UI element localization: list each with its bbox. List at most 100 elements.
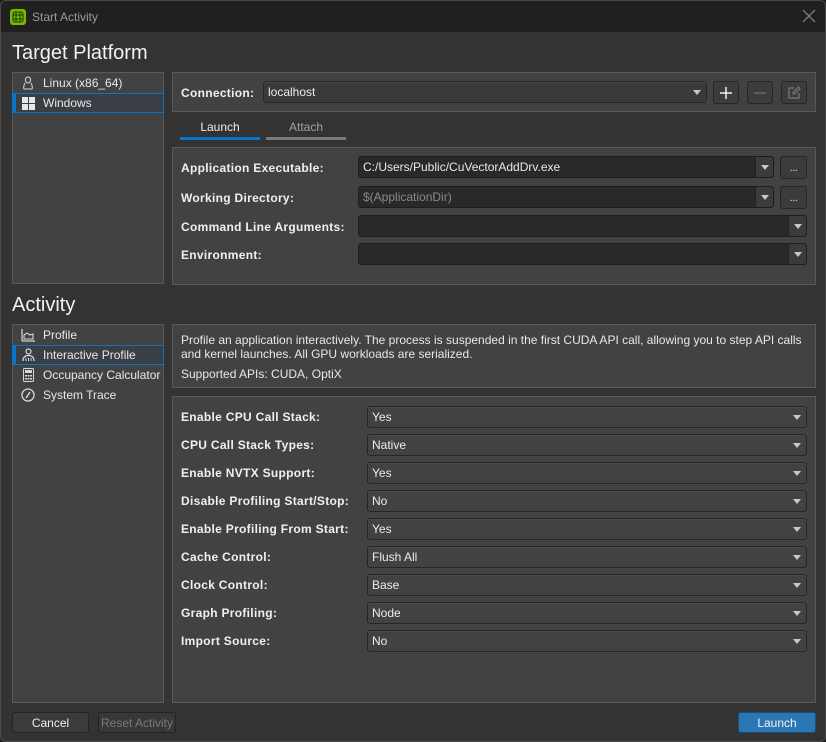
edit-icon xyxy=(788,85,801,99)
interactive-profile-icon xyxy=(21,348,35,362)
tab-launch-label: Launch xyxy=(200,120,240,134)
reset-activity-button[interactable]: Reset Activity xyxy=(98,712,176,733)
environment-label: Environment: xyxy=(181,248,262,262)
start-activity-dialog: Start Activity Target Platform Linux (x8… xyxy=(0,0,826,742)
tab-inactive-indicator xyxy=(266,137,346,140)
tab-launch[interactable]: Launch xyxy=(180,118,260,140)
target-platform-heading: Target Platform xyxy=(12,42,148,64)
application-executable-value: C:/Users/Public/CuVectorAddDrv.exe xyxy=(363,160,561,174)
chevron-down-icon xyxy=(755,157,773,177)
chevron-down-icon xyxy=(788,638,806,644)
chevron-down-icon xyxy=(788,216,806,236)
chevron-down-icon xyxy=(788,470,806,476)
option-label: Graph Profiling: xyxy=(181,606,278,620)
nsight-app-icon xyxy=(10,9,26,25)
platform-label: Windows xyxy=(43,96,92,110)
option-value: Native xyxy=(372,438,407,452)
activity-description-panel: Profile an application interactively. Th… xyxy=(172,324,816,388)
option-value: Yes xyxy=(372,410,392,424)
connection-value: localhost xyxy=(268,85,316,99)
activity-label: System Trace xyxy=(43,388,117,402)
activity-options-panel: Enable CPU Call Stack: Yes CPU Call Stac… xyxy=(172,396,816,703)
application-executable-label: Application Executable: xyxy=(181,161,324,175)
title-bar: Start Activity xyxy=(1,1,825,32)
window-title: Start Activity xyxy=(32,10,99,24)
chevron-down-icon xyxy=(755,187,773,207)
launch-settings-panel: Application Executable: C:/Users/Public/… xyxy=(172,147,816,285)
tab-attach-label: Attach xyxy=(288,120,324,134)
enable-cpu-call-stack-select[interactable]: Yes xyxy=(367,406,807,428)
option-label: Disable Profiling Start/Stop: xyxy=(181,494,350,508)
activity-label: Interactive Profile xyxy=(43,348,136,362)
cancel-button[interactable]: Cancel xyxy=(12,712,89,733)
launch-button[interactable]: Launch xyxy=(738,712,816,733)
disable-profiling-start-stop-select[interactable]: No xyxy=(367,490,807,512)
option-label: Enable Profiling From Start: xyxy=(181,522,349,536)
working-directory-label: Working Directory: xyxy=(181,191,295,205)
tab-active-indicator xyxy=(180,137,260,140)
option-value: Flush All xyxy=(372,550,418,564)
plus-icon xyxy=(720,86,732,99)
chevron-down-icon xyxy=(688,89,706,95)
edit-connection-button[interactable] xyxy=(781,81,807,104)
activity-label: Occupancy Calculator xyxy=(43,368,161,382)
chevron-down-icon xyxy=(788,244,806,264)
connection-select[interactable]: localhost xyxy=(263,81,707,103)
browse-executable-button[interactable]: ... xyxy=(780,156,807,179)
activity-item-interactive-profile[interactable]: Interactive Profile xyxy=(12,345,164,365)
option-label: Clock Control: xyxy=(181,578,268,592)
chevron-down-icon xyxy=(788,414,806,420)
option-label: Cache Control: xyxy=(181,550,272,564)
activity-heading: Activity xyxy=(12,294,76,316)
clock-control-select[interactable]: Base xyxy=(367,574,807,596)
option-label: Import Source: xyxy=(181,634,271,648)
chevron-down-icon xyxy=(788,582,806,588)
option-value: Yes xyxy=(372,466,392,480)
chevron-down-icon xyxy=(788,442,806,448)
chevron-down-icon xyxy=(788,498,806,504)
activity-description-line1: Profile an application interactively. Th… xyxy=(181,333,802,347)
windows-logo-icon xyxy=(21,96,35,110)
chevron-down-icon xyxy=(788,610,806,616)
cpu-call-stack-types-select[interactable]: Native xyxy=(367,434,807,456)
working-directory-input[interactable]: $(ApplicationDir) xyxy=(358,186,774,208)
working-directory-placeholder: $(ApplicationDir) xyxy=(363,190,452,204)
activity-item-system-trace[interactable]: System Trace xyxy=(13,385,165,405)
cache-control-select[interactable]: Flush All xyxy=(367,546,807,568)
option-label: CPU Call Stack Types: xyxy=(181,438,315,452)
option-label: Enable NVTX Support: xyxy=(181,466,316,480)
activity-item-profile[interactable]: Profile xyxy=(13,325,165,345)
platform-item-linux[interactable]: Linux (x86_64) xyxy=(13,73,165,93)
add-connection-button[interactable] xyxy=(713,81,739,104)
option-value: Base xyxy=(372,578,400,592)
enable-nvtx-support-select[interactable]: Yes xyxy=(367,462,807,484)
chevron-down-icon xyxy=(788,526,806,532)
platform-label: Linux (x86_64) xyxy=(43,76,123,90)
activity-list: Profile Interactive Profile Occupancy Ca… xyxy=(12,324,164,703)
remove-connection-button[interactable] xyxy=(747,81,773,104)
option-value: No xyxy=(372,494,388,508)
activity-label: Profile xyxy=(43,328,78,342)
option-label: Enable CPU Call Stack: xyxy=(181,410,321,424)
platform-list: Linux (x86_64) Windows xyxy=(12,72,164,284)
command-line-arguments-label: Command Line Arguments: xyxy=(181,220,345,234)
application-executable-input[interactable]: C:/Users/Public/CuVectorAddDrv.exe xyxy=(358,156,774,178)
enable-profiling-from-start-select[interactable]: Yes xyxy=(367,518,807,540)
close-button[interactable] xyxy=(801,8,817,24)
command-line-arguments-input[interactable] xyxy=(358,215,807,237)
tab-attach[interactable]: Attach xyxy=(266,118,346,140)
activity-item-occupancy-calculator[interactable]: Occupancy Calculator xyxy=(13,365,165,385)
profile-chart-icon xyxy=(21,328,35,342)
environment-input[interactable] xyxy=(358,243,807,265)
option-value: Node xyxy=(372,606,401,620)
graph-profiling-select[interactable]: Node xyxy=(367,602,807,624)
browse-directory-button[interactable]: ... xyxy=(780,186,807,209)
connection-label: Connection: xyxy=(181,86,255,100)
calculator-icon xyxy=(21,368,35,382)
platform-item-windows[interactable]: Windows xyxy=(12,93,164,113)
minus-icon xyxy=(754,91,766,94)
close-icon xyxy=(802,9,816,23)
import-source-select[interactable]: No xyxy=(367,630,807,652)
connection-panel: Connection: localhost xyxy=(172,72,816,112)
system-trace-icon xyxy=(21,388,35,402)
